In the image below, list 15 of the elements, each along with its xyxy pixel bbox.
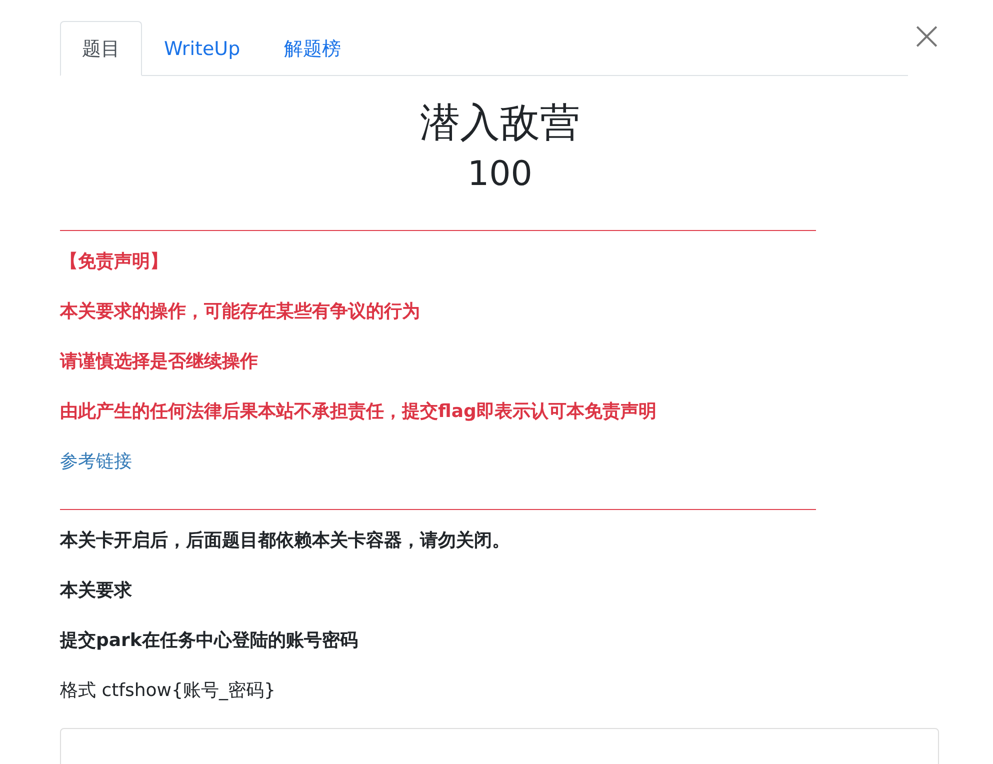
disclaimer-text: 请谨慎选择是否继续操作 [60,350,258,374]
disclaimer-text: 【免责声明】 [60,250,168,274]
challenge-title: 潜入敌营 [419,99,581,148]
tab[interactable]: 题目 [60,21,142,76]
disclaimer-text: 由此产生的任何法律后果本站不承担责任，提交flag即表示认可本免责声明 [60,400,656,424]
description-text: 本关卡开启后，后面题目都依赖本关卡容器，请勿关闭。 [60,529,510,553]
description-text: 本关要求 [60,579,132,603]
close-button[interactable]: × [906,14,948,58]
disclaimer-text: 本关要求的操作，可能存在某些有争议的行为 [60,300,420,324]
description-text: 格式 ctfshow{账号_密码} [60,679,276,703]
tab[interactable]: WriteUp [142,21,262,76]
challenge-score: 100 [466,153,534,196]
tab[interactable]: 解题榜 [262,21,364,76]
description-text: 提交park在任务中心登陆的账号密码 [60,629,358,653]
reference-link[interactable]: 参考链接 [60,449,132,475]
